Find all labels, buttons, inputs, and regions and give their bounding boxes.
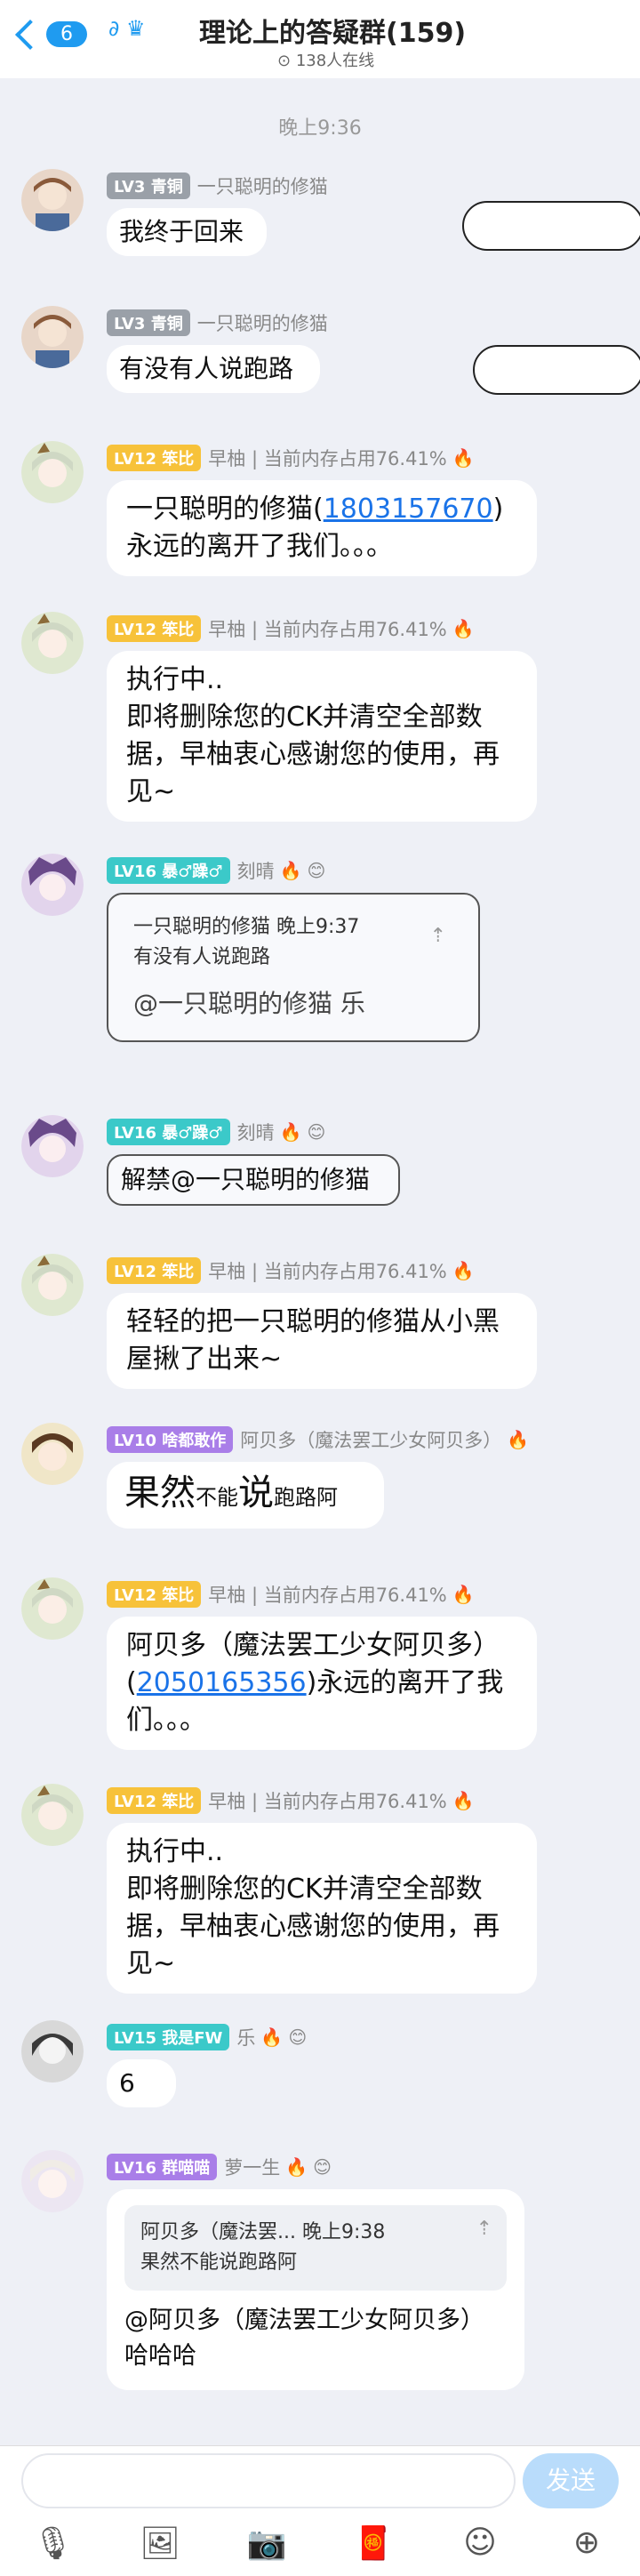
message-list[interactable]: 晚上9:36 LV3 青铜 一只聪明的修猫 我终于回来 LV3 青铜 一只聪明的修猫… bbox=[0, 78, 640, 2445]
sender-name[interactable]: 早柚 | 当前内存占用76.41% bbox=[208, 1581, 447, 1608]
avatar[interactable] bbox=[21, 612, 84, 674]
group-title[interactable]: 理论上的答疑群(159) bbox=[199, 11, 466, 50]
sender-name[interactable]: 早柚 | 当前内存占用76.41% bbox=[208, 1257, 447, 1284]
avatar[interactable] bbox=[21, 1577, 84, 1640]
back-button[interactable]: 6 bbox=[15, 19, 87, 50]
smile-badge-icon: 😊 bbox=[313, 2156, 332, 2178]
send-button[interactable]: 发送 bbox=[523, 2453, 619, 2508]
image-icon[interactable]: 🖼 bbox=[133, 2524, 187, 2562]
chat-header: 6 ∂ ♛ 理论上的答疑群(159) ⊙ 138人在线 bbox=[0, 0, 640, 78]
group-tag-icons: ∂ ♛ bbox=[108, 16, 146, 41]
quoted-message[interactable]: 一只聪明的修猫 晚上9:37 有没有人说跑路 ⇡ bbox=[126, 912, 460, 973]
camera-icon[interactable]: 📷 bbox=[240, 2524, 293, 2562]
input-bar: 发送 🎙 🖼 📷 🧧 ☺ ⊕ bbox=[0, 2445, 640, 2576]
avatar[interactable] bbox=[21, 2150, 84, 2212]
qq-link[interactable]: 2050165356 bbox=[137, 1667, 307, 1698]
plus-icon[interactable]: ⊕ bbox=[560, 2524, 613, 2561]
reply-bubble[interactable]: 阿贝多（魔法罢... 晚上9:38 果然不能说跑路阿 ⇡ @阿贝多（魔法罢工少女… bbox=[107, 2189, 524, 2390]
sender-name[interactable]: 一只聪明的修猫 bbox=[197, 173, 328, 199]
smile-badge-icon: 😊 bbox=[288, 2026, 308, 2048]
sender-name[interactable]: 阿贝多（魔法罢工少女阿贝多） bbox=[240, 1426, 501, 1453]
flame-icon: 🔥 bbox=[452, 1584, 475, 1605]
avatar[interactable] bbox=[21, 1115, 84, 1177]
sender-name[interactable]: 早柚 | 当前内存占用76.41% bbox=[208, 445, 447, 471]
message-bubble[interactable]: 果然不能说跑路阿 bbox=[107, 1462, 384, 1529]
message-bubble[interactable]: 我终于回来 bbox=[107, 208, 267, 256]
sender-name[interactable]: 一只聪明的修猫 bbox=[197, 309, 328, 336]
message-bubble[interactable]: 有没有人说跑路 bbox=[107, 345, 320, 393]
sender-name[interactable]: 早柚 | 当前内存占用76.41% bbox=[208, 615, 447, 642]
flame-icon: 🔥 bbox=[507, 1429, 530, 1450]
sender-name[interactable]: 萝一生 bbox=[224, 2154, 280, 2180]
jump-to-quote-icon[interactable]: ⇡ bbox=[476, 2214, 492, 2244]
message-bubble[interactable]: 轻轻的把一只聪明的修猫从小黑屋揪了出来~ bbox=[107, 1293, 537, 1389]
emoji-icon[interactable]: ☺ bbox=[453, 2524, 507, 2561]
bubble-decoration bbox=[473, 345, 640, 395]
online-count: ⊙ 138人在线 bbox=[277, 52, 375, 70]
avatar[interactable] bbox=[21, 2020, 84, 2082]
quoted-message[interactable]: 阿贝多（魔法罢... 晚上9:38 果然不能说跑路阿 ⇡ bbox=[124, 2205, 507, 2291]
mic-icon[interactable]: 🎙 bbox=[27, 2524, 80, 2562]
flame-icon: 🔥 bbox=[452, 1790, 475, 1811]
message-bubble[interactable]: 一只聪明的修猫(1803157670)永远的离开了我们。。。 bbox=[107, 480, 537, 576]
time-divider: 晚上9:36 bbox=[278, 117, 362, 140]
message-bubble[interactable]: 解禁@一只聪明的修猫 bbox=[107, 1154, 400, 1206]
reply-bubble[interactable]: 一只聪明的修猫 晚上9:37 有没有人说跑路 ⇡ @一只聪明的修猫 乐 bbox=[107, 893, 480, 1042]
jump-to-quote-icon[interactable]: ⇡ bbox=[430, 921, 446, 951]
smile-badge-icon: 😊 bbox=[307, 860, 326, 881]
back-chevron-icon bbox=[15, 19, 45, 50]
red-packet-icon[interactable]: 🧧 bbox=[347, 2524, 400, 2562]
flame-icon: 🔥 bbox=[285, 2156, 308, 2178]
smile-badge-icon: 😊 bbox=[307, 1121, 326, 1143]
flame-icon: 🔥 bbox=[452, 1260, 475, 1281]
message-bubble[interactable]: 执行中.. 即将删除您的CK并清空全部数据，早柚衷心感谢您的使用，再见~ bbox=[107, 1823, 537, 1994]
flame-icon: 🔥 bbox=[452, 447, 475, 469]
message-bubble[interactable]: 执行中.. 即将删除您的CK并清空全部数据，早柚衷心感谢您的使用，再见~ bbox=[107, 651, 537, 822]
avatar[interactable] bbox=[21, 169, 84, 231]
sender-name[interactable]: 早柚 | 当前内存占用76.41% bbox=[208, 1787, 447, 1814]
avatar[interactable] bbox=[21, 854, 84, 916]
sender-name[interactable]: 刻晴 bbox=[237, 1119, 275, 1145]
avatar[interactable] bbox=[21, 441, 84, 503]
avatar[interactable] bbox=[21, 1254, 84, 1316]
avatar[interactable] bbox=[21, 306, 84, 368]
sender-name[interactable]: 乐 bbox=[236, 2024, 255, 2050]
qq-link[interactable]: 1803157670 bbox=[324, 494, 493, 525]
avatar[interactable] bbox=[21, 1784, 84, 1846]
flame-icon: 🔥 bbox=[279, 1121, 302, 1143]
sender-name[interactable]: 刻晴 bbox=[237, 857, 275, 884]
message-bubble[interactable]: 6 bbox=[107, 2059, 176, 2107]
bubble-decoration bbox=[462, 201, 640, 251]
avatar[interactable] bbox=[21, 1423, 84, 1485]
flame-icon: 🔥 bbox=[279, 860, 302, 881]
message-input[interactable] bbox=[21, 2453, 516, 2508]
flame-icon: 🔥 bbox=[260, 2026, 284, 2048]
message-bubble[interactable]: 阿贝多（魔法罢工少女阿贝多）(2050165356)永远的离开了我们。。。 bbox=[107, 1617, 537, 1750]
flame-icon: 🔥 bbox=[452, 618, 475, 639]
unread-count-badge: 6 bbox=[46, 21, 87, 47]
